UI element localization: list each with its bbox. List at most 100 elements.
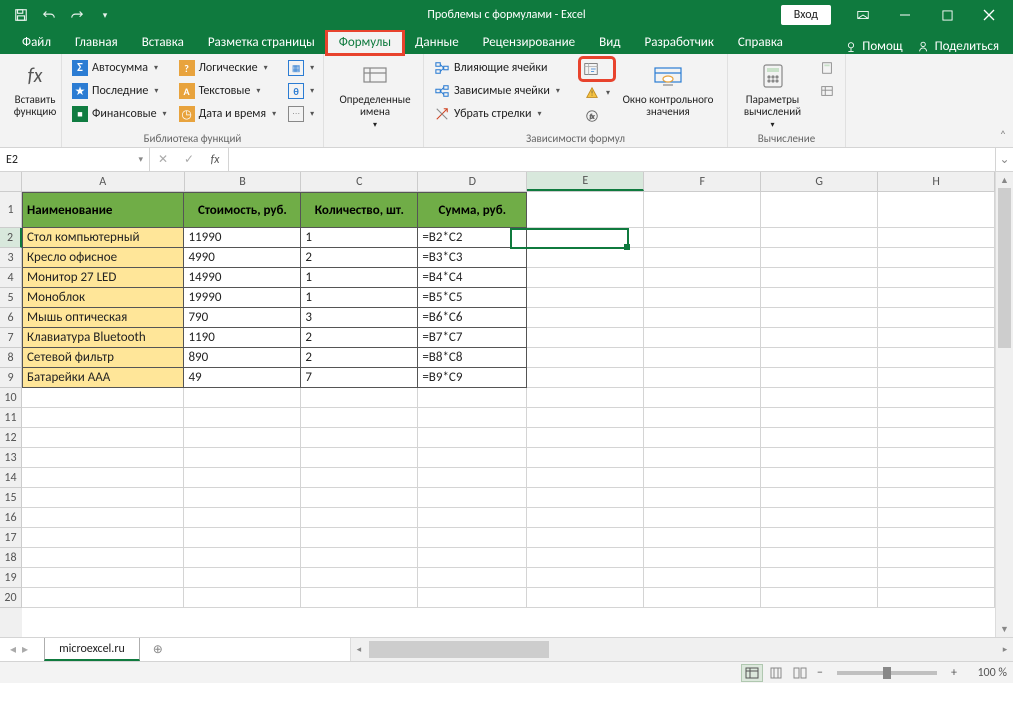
cell[interactable] bbox=[644, 508, 761, 528]
cell[interactable] bbox=[301, 408, 418, 428]
cell[interactable] bbox=[644, 248, 761, 268]
cell[interactable] bbox=[184, 408, 301, 428]
cell[interactable] bbox=[527, 448, 644, 468]
cell[interactable] bbox=[527, 548, 644, 568]
zoom-out-button[interactable]: − bbox=[813, 666, 827, 680]
cell[interactable] bbox=[761, 388, 878, 408]
cell[interactable] bbox=[527, 348, 644, 368]
cell[interactable] bbox=[878, 568, 995, 588]
collapse-ribbon-icon[interactable]: ˄ bbox=[993, 54, 1013, 147]
cell[interactable] bbox=[22, 508, 184, 528]
cell[interactable]: Моноблок bbox=[22, 288, 184, 308]
defined-names-button[interactable]: Определенные имена▾ bbox=[330, 58, 420, 130]
cell[interactable] bbox=[418, 448, 527, 468]
cell[interactable] bbox=[878, 308, 995, 328]
cell[interactable]: Наименование bbox=[22, 192, 184, 228]
row-header[interactable]: 14 bbox=[0, 468, 22, 488]
cell[interactable] bbox=[527, 192, 644, 228]
cell[interactable] bbox=[527, 568, 644, 588]
cell[interactable]: 1 bbox=[301, 288, 418, 308]
cell[interactable] bbox=[761, 368, 878, 388]
login-button[interactable]: Вход bbox=[781, 5, 831, 25]
cell[interactable]: Сетевой фильтр bbox=[22, 348, 184, 368]
row-header[interactable]: 10 bbox=[0, 388, 22, 408]
recent-button[interactable]: ★Последние bbox=[68, 81, 171, 101]
cell[interactable]: 14990 bbox=[184, 268, 301, 288]
cell[interactable]: Мышь оптическая bbox=[22, 308, 184, 328]
row-header[interactable]: 17 bbox=[0, 528, 22, 548]
tab-home[interactable]: Главная bbox=[63, 31, 130, 54]
cell[interactable]: 3 bbox=[301, 308, 418, 328]
cell[interactable] bbox=[644, 428, 761, 448]
formula-input[interactable] bbox=[229, 148, 995, 171]
cell[interactable] bbox=[301, 488, 418, 508]
cell[interactable] bbox=[527, 248, 644, 268]
cell[interactable]: 19990 bbox=[184, 288, 301, 308]
cell[interactable] bbox=[301, 448, 418, 468]
cell[interactable] bbox=[644, 468, 761, 488]
more-functions-button[interactable]: ⋯ bbox=[284, 104, 318, 124]
cell[interactable]: 890 bbox=[184, 348, 301, 368]
cell[interactable] bbox=[644, 288, 761, 308]
cell[interactable] bbox=[878, 528, 995, 548]
cell[interactable] bbox=[527, 288, 644, 308]
col-header[interactable]: A bbox=[22, 172, 185, 191]
cell[interactable]: Сумма, руб. bbox=[418, 192, 527, 228]
cell[interactable] bbox=[184, 488, 301, 508]
cell[interactable] bbox=[878, 488, 995, 508]
insert-function-button[interactable]: fx Вставить функцию bbox=[6, 58, 64, 118]
undo-icon[interactable] bbox=[36, 2, 62, 28]
hscroll-thumb[interactable] bbox=[369, 641, 549, 658]
calc-options-button[interactable]: Параметры вычислений▾ bbox=[734, 58, 811, 130]
cell[interactable] bbox=[184, 528, 301, 548]
cell[interactable] bbox=[527, 488, 644, 508]
cell[interactable] bbox=[184, 588, 301, 608]
qat-more-icon[interactable]: ▾ bbox=[92, 2, 118, 28]
evaluate-formula-button[interactable]: fx bbox=[580, 106, 614, 126]
cell[interactable] bbox=[22, 568, 184, 588]
tab-formulas[interactable]: Формулы bbox=[327, 31, 403, 54]
cell[interactable] bbox=[761, 328, 878, 348]
cell[interactable] bbox=[418, 428, 527, 448]
cell[interactable] bbox=[527, 508, 644, 528]
cell[interactable]: =B5*C5 bbox=[418, 288, 527, 308]
sheet-tab[interactable]: microexcel.ru bbox=[44, 638, 140, 661]
cell[interactable] bbox=[184, 448, 301, 468]
cell[interactable] bbox=[527, 588, 644, 608]
cell[interactable] bbox=[527, 528, 644, 548]
cell[interactable] bbox=[527, 328, 644, 348]
vscroll-thumb[interactable] bbox=[998, 188, 1011, 348]
show-formulas-button[interactable] bbox=[580, 58, 614, 80]
ribbon-options-icon[interactable] bbox=[843, 0, 883, 30]
cell[interactable] bbox=[878, 428, 995, 448]
watch-window-button[interactable]: Окно контрольного значения bbox=[618, 58, 718, 130]
row-header[interactable]: 11 bbox=[0, 408, 22, 428]
cell[interactable] bbox=[527, 268, 644, 288]
cell[interactable] bbox=[418, 568, 527, 588]
spreadsheet-grid[interactable]: ABCDEFGH 1234567891011121314151617181920… bbox=[0, 172, 1013, 637]
cell[interactable] bbox=[761, 428, 878, 448]
row-header[interactable]: 7 bbox=[0, 328, 22, 348]
row-header[interactable]: 16 bbox=[0, 508, 22, 528]
row-header[interactable]: 20 bbox=[0, 588, 22, 608]
cell[interactable]: Клавиатура Bluetooth bbox=[22, 328, 184, 348]
cell[interactable] bbox=[22, 448, 184, 468]
cell[interactable] bbox=[878, 228, 995, 248]
cell[interactable] bbox=[644, 228, 761, 248]
tab-review[interactable]: Рецензирование bbox=[471, 31, 587, 54]
col-header[interactable]: E bbox=[527, 172, 644, 191]
cell[interactable] bbox=[527, 228, 644, 248]
cell[interactable]: =B3*C3 bbox=[418, 248, 527, 268]
redo-icon[interactable] bbox=[64, 2, 90, 28]
sheet-nav[interactable]: ◂▸ bbox=[0, 638, 38, 661]
cell[interactable]: 1190 bbox=[184, 328, 301, 348]
cell[interactable] bbox=[761, 448, 878, 468]
cell[interactable] bbox=[644, 308, 761, 328]
cell[interactable] bbox=[761, 508, 878, 528]
cell[interactable] bbox=[22, 468, 184, 488]
cell[interactable] bbox=[527, 308, 644, 328]
cell[interactable] bbox=[761, 192, 878, 228]
share-button[interactable]: Поделиться bbox=[917, 39, 999, 54]
row-header[interactable]: 18 bbox=[0, 548, 22, 568]
row-header[interactable]: 8 bbox=[0, 348, 22, 368]
